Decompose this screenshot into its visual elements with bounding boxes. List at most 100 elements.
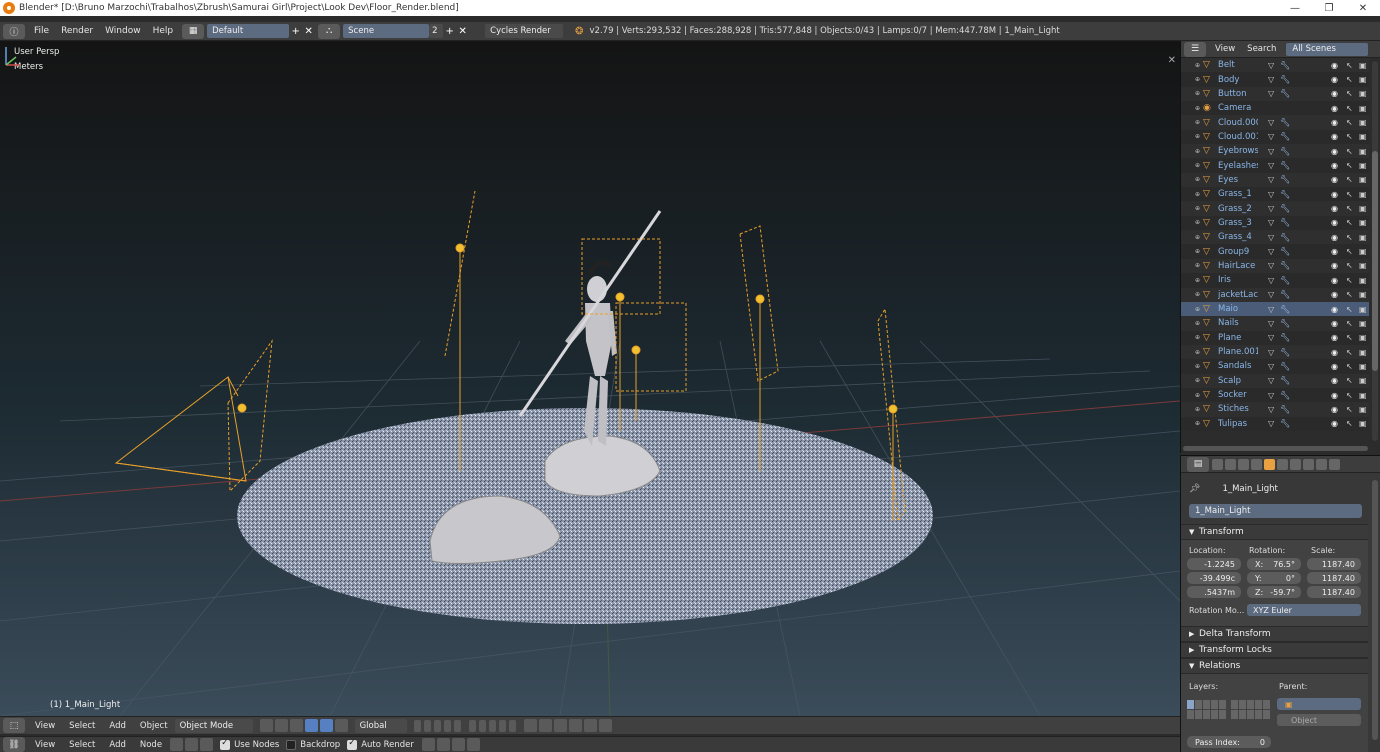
visibility-eye-icon[interactable]: ◉ bbox=[1331, 405, 1338, 414]
renderability-camera-icon[interactable]: ▣ bbox=[1359, 175, 1367, 184]
outliner-row-name[interactable]: Grass_4 bbox=[1218, 232, 1258, 242]
relations-panel-header[interactable]: ▼ Relations bbox=[1181, 658, 1368, 674]
vp-menu-object[interactable]: Object bbox=[133, 721, 175, 731]
selectability-pointer-icon[interactable]: ↖ bbox=[1346, 348, 1353, 357]
visibility-eye-icon[interactable]: ◉ bbox=[1331, 61, 1338, 70]
modifiers-tab-icon[interactable] bbox=[1290, 458, 1301, 470]
renderability-camera-icon[interactable]: ▣ bbox=[1359, 247, 1367, 256]
proportional-edit-icon[interactable] bbox=[538, 719, 552, 732]
selectability-pointer-icon[interactable]: ↖ bbox=[1346, 405, 1353, 414]
outliner-row-name[interactable]: jacketLace bbox=[1218, 290, 1258, 300]
menu-window[interactable]: Window bbox=[99, 24, 147, 39]
expand-toggle-icon[interactable]: ⊕ bbox=[1195, 90, 1203, 97]
visibility-eye-icon[interactable]: ◉ bbox=[1331, 175, 1338, 184]
editor-type-node-icon[interactable]: ⛓ bbox=[3, 737, 25, 752]
expand-toggle-icon[interactable]: ⊕ bbox=[1195, 306, 1203, 313]
backdrop-checkbox[interactable] bbox=[286, 739, 297, 750]
delta-transform-panel-header[interactable]: ▶ Delta Transform bbox=[1181, 626, 1368, 642]
outliner-row-name[interactable]: Grass_3 bbox=[1218, 218, 1258, 228]
translate-manipulator-icon[interactable] bbox=[304, 719, 318, 732]
outliner-row[interactable]: ⊕ ◉ Camera ◉ ↖ ▣ bbox=[1181, 101, 1369, 116]
rotate-manipulator-icon[interactable] bbox=[319, 719, 333, 732]
expand-toggle-icon[interactable]: ⊕ bbox=[1195, 119, 1203, 126]
opengl-render-icon[interactable] bbox=[583, 719, 597, 732]
outliner-row-name[interactable]: Cloud.000 bbox=[1218, 118, 1258, 128]
selectability-pointer-icon[interactable]: ↖ bbox=[1346, 175, 1353, 184]
expand-toggle-icon[interactable]: ⊕ bbox=[1195, 262, 1203, 269]
expand-toggle-icon[interactable]: ⊕ bbox=[1195, 363, 1203, 370]
renderability-camera-icon[interactable]: ▣ bbox=[1359, 319, 1367, 328]
outliner-row[interactable]: ⊕ ▽ Iris ▽ 🔧︎ ◉ ↖ ▣ bbox=[1181, 273, 1369, 288]
selectability-pointer-icon[interactable]: ↖ bbox=[1346, 147, 1353, 156]
object-layers-grid-b[interactable] bbox=[1231, 700, 1270, 719]
visibility-eye-icon[interactable]: ◉ bbox=[1331, 391, 1338, 400]
selectability-pointer-icon[interactable]: ↖ bbox=[1346, 362, 1353, 371]
outliner-row-name[interactable]: Nails bbox=[1218, 318, 1258, 328]
renderability-camera-icon[interactable]: ▣ bbox=[1359, 218, 1367, 227]
selectability-pointer-icon[interactable]: ↖ bbox=[1346, 233, 1353, 242]
renderability-camera-icon[interactable]: ▣ bbox=[1359, 261, 1367, 270]
outliner-row-name[interactable]: Plane.001 bbox=[1218, 347, 1258, 357]
transform-locks-panel-header[interactable]: ▶ Transform Locks bbox=[1181, 642, 1368, 658]
outliner-row-name[interactable]: Grass_2 bbox=[1218, 204, 1258, 214]
transform-panel-header[interactable]: ▼ Transform bbox=[1181, 524, 1368, 540]
expand-toggle-icon[interactable]: ⊕ bbox=[1195, 205, 1203, 212]
visibility-eye-icon[interactable]: ◉ bbox=[1331, 161, 1338, 170]
object-layers-grid-a[interactable] bbox=[1187, 700, 1226, 719]
world-tab-icon[interactable] bbox=[1251, 458, 1262, 470]
menu-file[interactable]: File bbox=[28, 24, 55, 39]
parent-field[interactable]: ▣ bbox=[1277, 698, 1361, 710]
selectability-pointer-icon[interactable]: ↖ bbox=[1346, 391, 1353, 400]
vp-menu-add[interactable]: Add bbox=[102, 721, 132, 731]
visibility-eye-icon[interactable]: ◉ bbox=[1331, 319, 1338, 328]
expand-toggle-icon[interactable]: ⊕ bbox=[1195, 191, 1203, 198]
outliner-row[interactable]: ⊕ ▽ Eyebrows ▽ 🔧︎ ◉ ↖ ▣ bbox=[1181, 144, 1369, 159]
rotation-y-field[interactable]: Y: 0° bbox=[1247, 572, 1301, 584]
snap-element-icon[interactable] bbox=[568, 719, 582, 732]
outliner-display-mode-select[interactable]: All Scenes bbox=[1286, 42, 1369, 56]
renderability-camera-icon[interactable]: ▣ bbox=[1359, 333, 1367, 342]
visibility-eye-icon[interactable]: ◉ bbox=[1331, 118, 1338, 127]
outliner-menu-search[interactable]: Search bbox=[1241, 44, 1282, 54]
outliner-menu-view[interactable]: View bbox=[1209, 44, 1241, 54]
menu-help[interactable]: Help bbox=[147, 24, 180, 39]
node-menu-add[interactable]: Add bbox=[102, 740, 132, 750]
expand-toggle-icon[interactable]: ⊕ bbox=[1195, 248, 1203, 255]
vp-menu-view[interactable]: View bbox=[28, 721, 62, 731]
editor-type-properties-icon[interactable]: ▤ bbox=[1187, 456, 1209, 472]
snap-node-element-icon[interactable] bbox=[436, 738, 450, 751]
visibility-eye-icon[interactable]: ◉ bbox=[1331, 104, 1338, 113]
expand-toggle-icon[interactable]: ⊕ bbox=[1195, 349, 1203, 356]
outliner-row-name[interactable]: Socker bbox=[1218, 390, 1258, 400]
renderability-camera-icon[interactable]: ▣ bbox=[1359, 405, 1367, 414]
renderability-camera-icon[interactable]: ▣ bbox=[1359, 305, 1367, 314]
selectability-pointer-icon[interactable]: ↖ bbox=[1346, 419, 1353, 428]
selectability-pointer-icon[interactable]: ↖ bbox=[1346, 132, 1353, 141]
snap-toggle-icon[interactable] bbox=[553, 719, 567, 732]
visibility-eye-icon[interactable]: ◉ bbox=[1331, 419, 1338, 428]
node-menu-node[interactable]: Node bbox=[133, 740, 169, 750]
renderability-camera-icon[interactable]: ▣ bbox=[1359, 132, 1367, 141]
outliner-row[interactable]: ⊕▽jacketLace▽🔧︎◉↖▣ bbox=[1181, 287, 1369, 302]
outliner-row[interactable]: ⊕ ▽ Stiches ▽ 🔧︎ ◉ ↖ ▣ bbox=[1181, 402, 1369, 417]
pass-index-field[interactable]: Pass Index: 0 bbox=[1187, 736, 1271, 748]
renderability-camera-icon[interactable]: ▣ bbox=[1359, 118, 1367, 127]
visibility-eye-icon[interactable]: ◉ bbox=[1331, 305, 1338, 314]
layer-buttons[interactable] bbox=[413, 719, 517, 732]
node-tree-compositing-icon[interactable] bbox=[185, 738, 199, 751]
location-x-field[interactable]: -1.2245 bbox=[1187, 558, 1241, 570]
visibility-eye-icon[interactable]: ◉ bbox=[1331, 276, 1338, 285]
snap-node-icon[interactable] bbox=[421, 738, 435, 751]
outliner-row[interactable]: ⊕ ▽ Tulipas ▽ 🔧︎ ◉ ↖ ▣ bbox=[1181, 416, 1369, 431]
selectability-pointer-icon[interactable]: ↖ bbox=[1346, 118, 1353, 127]
expand-toggle-icon[interactable]: ⊕ bbox=[1195, 105, 1203, 112]
visibility-eye-icon[interactable]: ◉ bbox=[1331, 147, 1338, 156]
properties-scrollbar[interactable] bbox=[1372, 480, 1378, 740]
outliner-scrollbar[interactable] bbox=[1372, 61, 1378, 441]
outliner-row-name[interactable]: Eyes bbox=[1218, 175, 1258, 185]
renderability-camera-icon[interactable]: ▣ bbox=[1359, 89, 1367, 98]
screen-layout-icon[interactable]: ▦ bbox=[182, 23, 205, 39]
renderability-camera-icon[interactable]: ▣ bbox=[1359, 204, 1367, 213]
data-tab-icon[interactable] bbox=[1303, 458, 1314, 470]
editor-type-outliner-icon[interactable]: ☰ bbox=[1184, 41, 1206, 57]
